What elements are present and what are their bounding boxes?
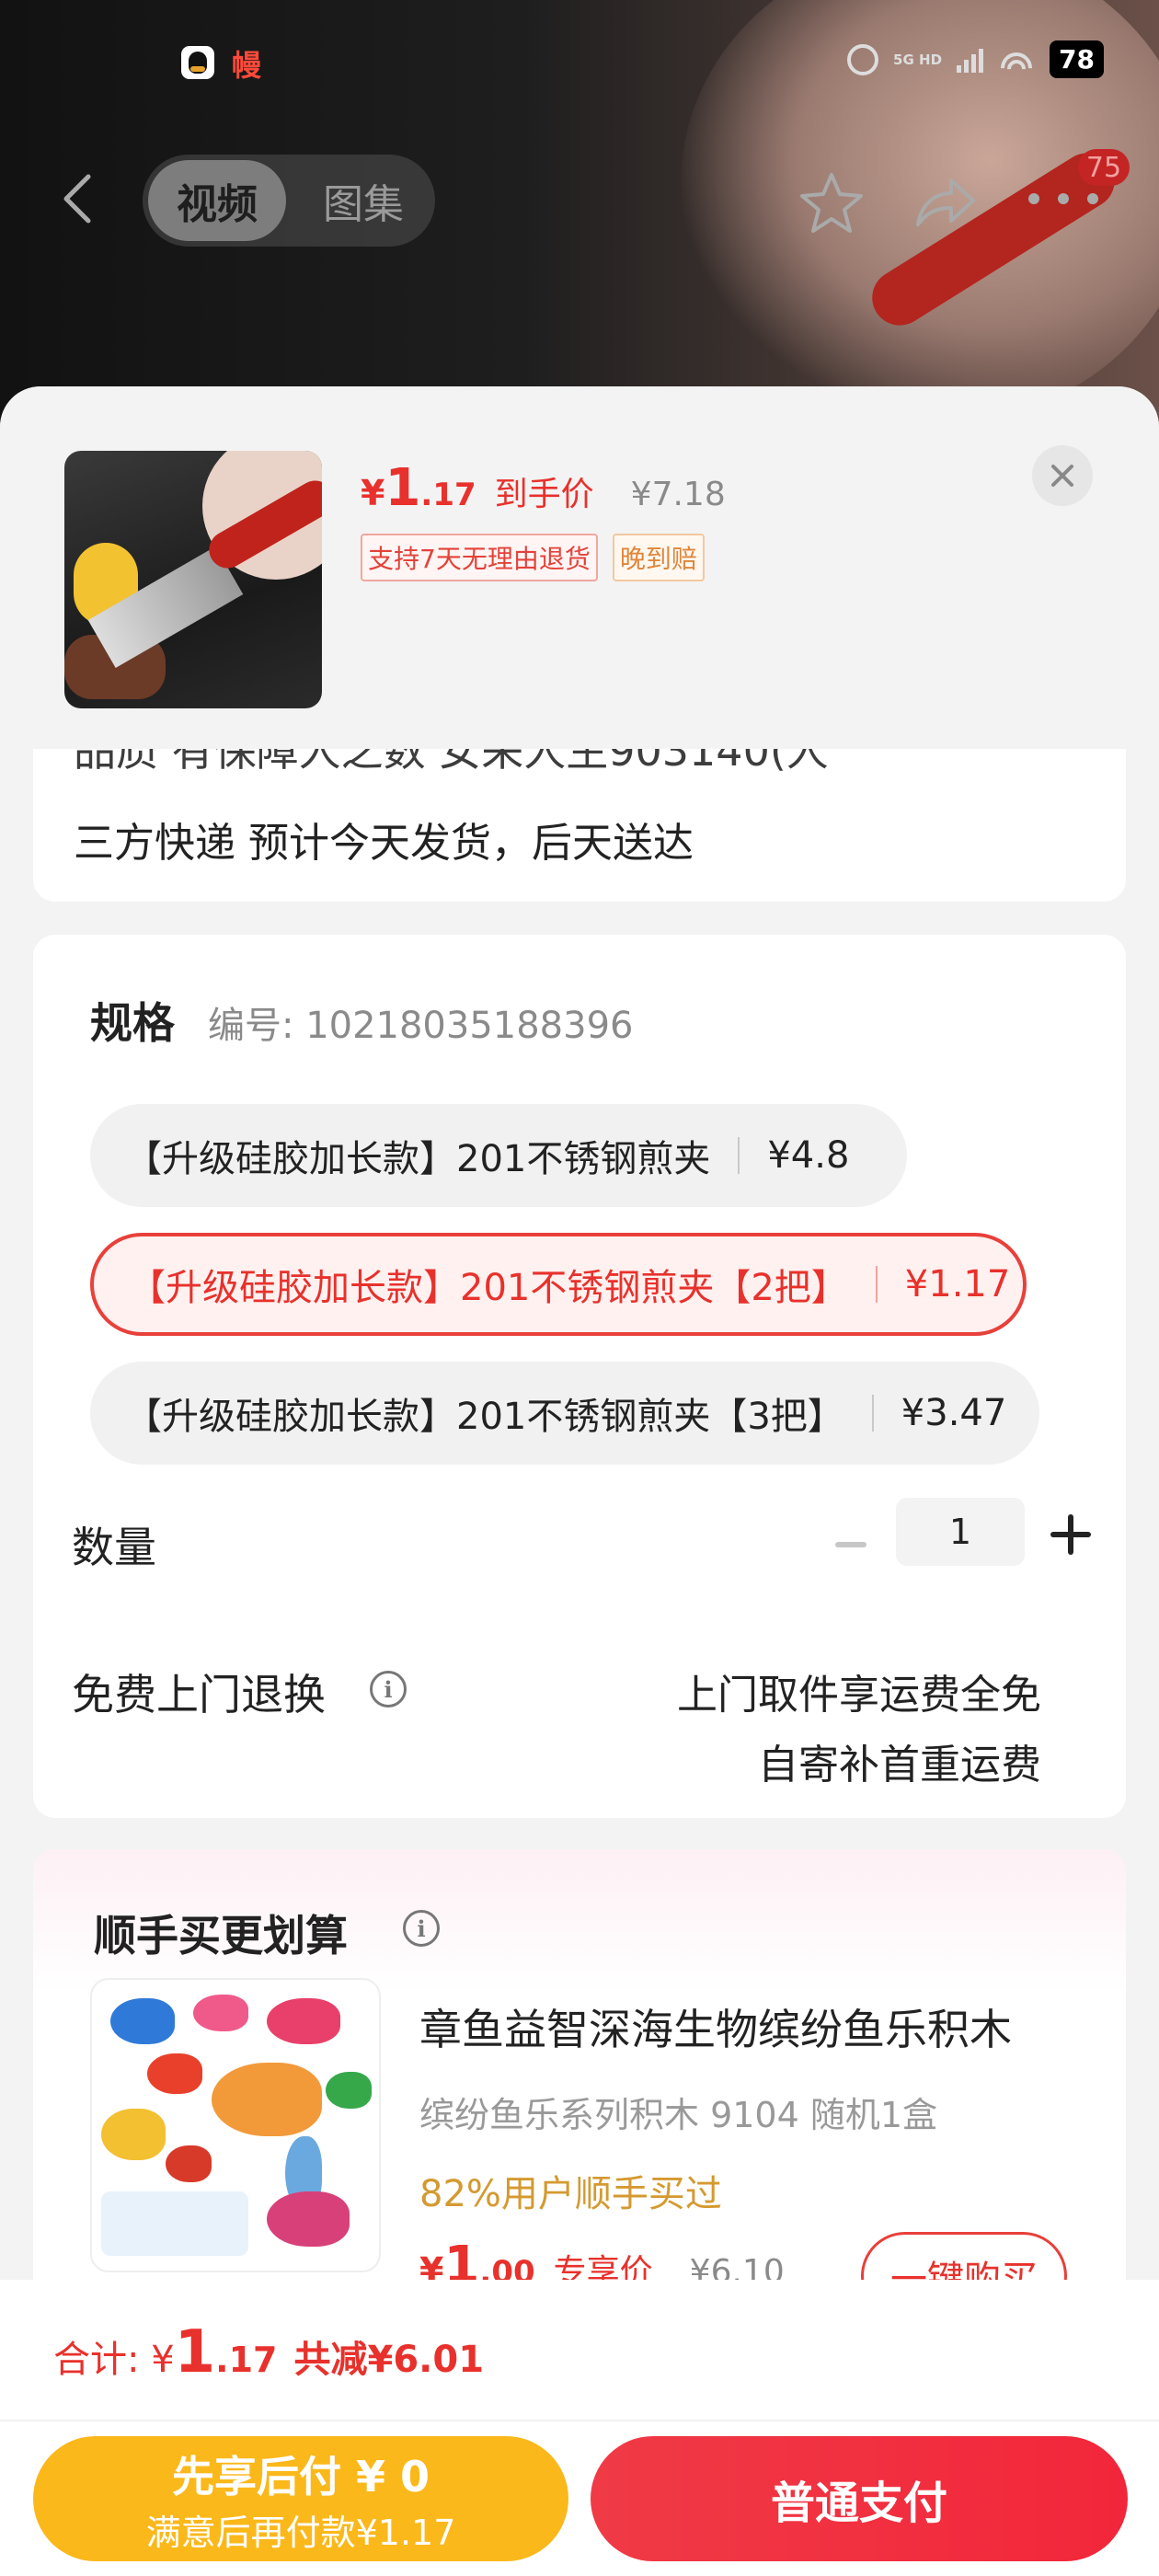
price-label: 到手价 xyxy=(494,476,594,513)
recommend-variant: 缤纷鱼乐系列积木 9104 随机1盒 xyxy=(419,2095,938,2135)
tag-return: 支持7天无理由退货 xyxy=(361,534,598,581)
quantity-label: 数量 xyxy=(72,1523,156,1572)
media-segment: 视频 图集 xyxy=(143,155,435,247)
network-label: 5G HD xyxy=(893,51,943,68)
status-right: 5G HD 78 xyxy=(847,40,1104,78)
shipping-estimate: 三方快递 预计今天发货，后天送达 xyxy=(74,820,694,867)
favorite-star-icon[interactable] xyxy=(798,169,865,236)
spec-option-price: ¥4.8 xyxy=(767,1134,850,1177)
spec-option-price: ¥1.17 xyxy=(904,1263,1011,1305)
share-icon[interactable] xyxy=(911,171,977,232)
return-self-ship-text: 自寄补首重运费 xyxy=(758,1742,1041,1788)
product-image xyxy=(64,451,322,708)
recommend-image xyxy=(90,1978,381,2272)
spec-option-price: ¥3.47 xyxy=(901,1392,1007,1434)
top-nav: 视频 图集 75 xyxy=(0,147,1159,248)
spec-card: 规格 编号: 10218035188396 【升级硅胶加长款】201不锈钢煎夹 … xyxy=(33,935,1126,1818)
wifi-icon xyxy=(998,46,1036,73)
spec-option-name: 【升级硅胶加长款】201不锈钢煎夹【3把】 xyxy=(125,1396,844,1438)
total-decimal: .17 xyxy=(215,2340,278,2380)
spec-option[interactable]: 【升级硅胶加长款】201不锈钢煎夹 ¥4.8 xyxy=(90,1104,907,1207)
original-price: ¥7.18 xyxy=(630,476,726,513)
alarm-icon xyxy=(847,43,879,75)
spec-code: 编号: 10218035188396 xyxy=(208,1005,634,1047)
spec-option-name: 【升级硅胶加长款】201不锈钢煎夹【2把】 xyxy=(129,1267,848,1309)
return-pickup-text: 上门取件享运费全免 xyxy=(677,1672,1041,1719)
order-total: 合计: ¥ 1 .17 共减¥6.01 xyxy=(53,2318,484,2386)
qq-app-icon xyxy=(181,46,214,79)
recommend-card: 顺手买更划算 i 章鱼益智深海生物缤纷鱼乐积木 缤纷鱼乐系列积木 9104 随机… xyxy=(33,1849,1126,2328)
recommend-info-icon[interactable]: i xyxy=(403,1910,440,1947)
pay-later-button[interactable]: 先享后付 ¥ 0 满意后再付款¥1.17 xyxy=(33,2436,568,2561)
tab-video[interactable]: 视频 xyxy=(148,160,286,241)
pay-later-subtitle: 满意后再付款¥1.17 xyxy=(145,2512,456,2553)
quantity-decrease-button[interactable] xyxy=(835,1542,866,1547)
total-integer: 1 xyxy=(174,2318,216,2386)
normal-pay-button[interactable]: 普通支付 xyxy=(591,2436,1128,2561)
signal-icon xyxy=(957,47,984,73)
recommend-title: 顺手买更划算 xyxy=(94,1911,348,1961)
divider xyxy=(0,2420,1159,2421)
notification-badge: 75 xyxy=(1078,149,1130,186)
quantity-increase-button[interactable] xyxy=(1050,1514,1091,1555)
return-label: 免费上门退换 xyxy=(72,1670,326,1719)
total-discount: 共减¥6.01 xyxy=(293,2339,485,2381)
recommend-buy-rate: 82%用户顺手买过 xyxy=(419,2173,722,2215)
checkout-bar: 合计: ¥ 1 .17 共减¥6.01 先享后付 ¥ 0 满意后再付款¥1.17… xyxy=(0,2280,1159,2576)
spec-option-selected[interactable]: 【升级硅胶加长款】201不锈钢煎夹【2把】 ¥1.17 xyxy=(90,1233,1027,1336)
tag-late-compensation: 晚到赔 xyxy=(612,534,705,581)
product-price: ¥ 1 .17 到手价 ¥7.18 xyxy=(361,458,726,518)
close-icon xyxy=(1051,465,1073,487)
status-app-text: 幔 xyxy=(232,48,262,83)
return-info-icon[interactable]: i xyxy=(370,1671,407,1708)
spec-option-name: 【升级硅胶加长款】201不锈钢煎夹 xyxy=(125,1138,711,1180)
price-integer: 1 xyxy=(384,458,421,518)
service-tags: 支持7天无理由退货 晚到赔 xyxy=(361,534,705,581)
price-currency: ¥ xyxy=(361,473,385,513)
recommend-name[interactable]: 章鱼益智深海生物缤纷鱼乐积木 xyxy=(419,1996,1012,2057)
battery-indicator: 78 xyxy=(1050,40,1104,78)
spec-option[interactable]: 【升级硅胶加长款】201不锈钢煎夹【3把】 ¥3.47 xyxy=(90,1362,1039,1465)
pay-later-title: 先享后付 ¥ 0 xyxy=(171,2451,430,2501)
back-icon[interactable] xyxy=(59,171,96,226)
close-button[interactable] xyxy=(1032,445,1093,506)
tab-gallery[interactable]: 图集 xyxy=(299,155,428,247)
status-bar: 幔 5G HD 78 xyxy=(0,0,1159,120)
total-label: 合计: ¥ xyxy=(53,2339,175,2381)
price-decimal: .17 xyxy=(420,477,476,513)
purchase-sheet: ¥ 1 .17 到手价 ¥7.18 支持7天无理由退货 晚到赔 品质 有保障人之… xyxy=(0,386,1159,2576)
product-header: ¥ 1 .17 到手价 ¥7.18 支持7天无理由退货 晚到赔 xyxy=(0,386,1159,749)
spec-title: 规格 xyxy=(90,998,175,1048)
quantity-input[interactable]: 1 xyxy=(896,1498,1025,1566)
